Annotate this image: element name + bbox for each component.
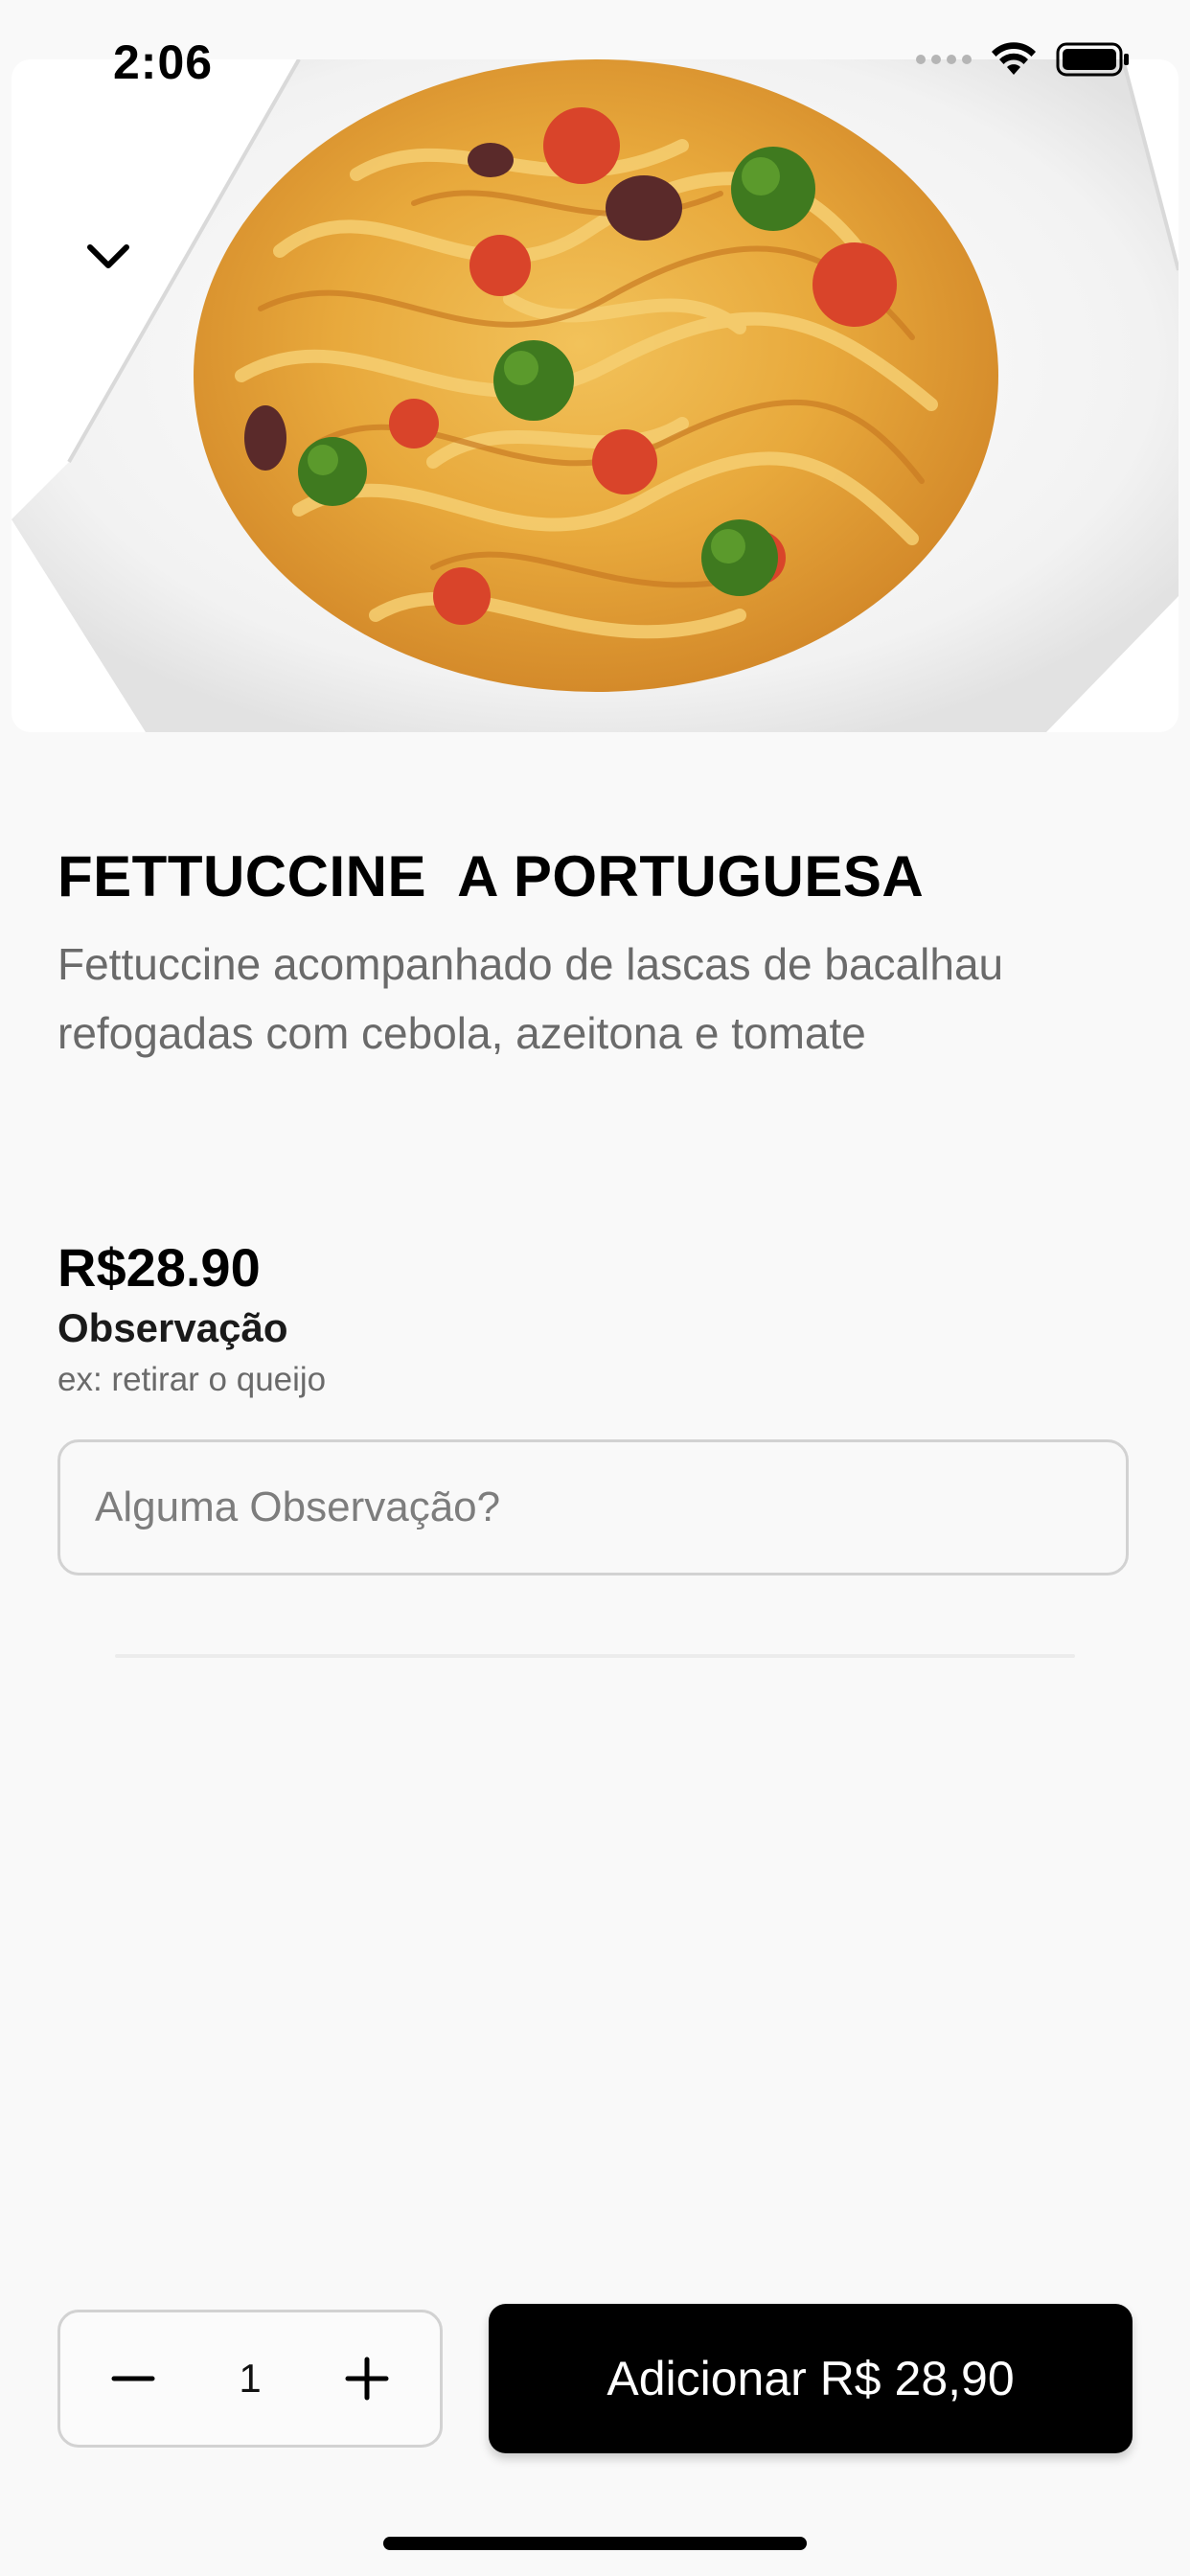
pasta-dish-photo [11,59,1179,732]
observation-hint: ex: retirar o queijo [57,1361,327,1398]
quantity-stepper: 1 [57,2310,443,2448]
decrease-quantity-button[interactable] [99,2344,168,2413]
signal-icon [916,55,972,64]
observation-input[interactable] [57,1439,1129,1576]
quantity-value: 1 [239,2356,262,2401]
battery-icon [1056,42,1129,77]
status-time: 2:06 [113,35,214,89]
close-button[interactable] [75,222,142,289]
observation-label: Observação [57,1305,288,1350]
status-bar: 2:06 [0,0,1190,125]
status-icons [916,42,1131,77]
chevron-down-icon [87,244,129,268]
add-to-cart-button[interactable]: Adicionar R$ 28,90 [489,2304,1133,2453]
product-title: FETTUCCINE A PORTUGUESA [57,844,925,908]
product-image [11,59,1179,732]
wifi-icon [992,42,1036,75]
increase-quantity-button[interactable] [332,2344,401,2413]
home-indicator[interactable] [383,2537,807,2550]
product-description: Fettuccine acompanhado de lascas de baca… [57,939,1004,1058]
divider [115,1654,1075,1658]
plus-icon [345,2357,389,2401]
product-price: R$28.90 [57,1237,261,1298]
minus-icon [111,2376,155,2381]
